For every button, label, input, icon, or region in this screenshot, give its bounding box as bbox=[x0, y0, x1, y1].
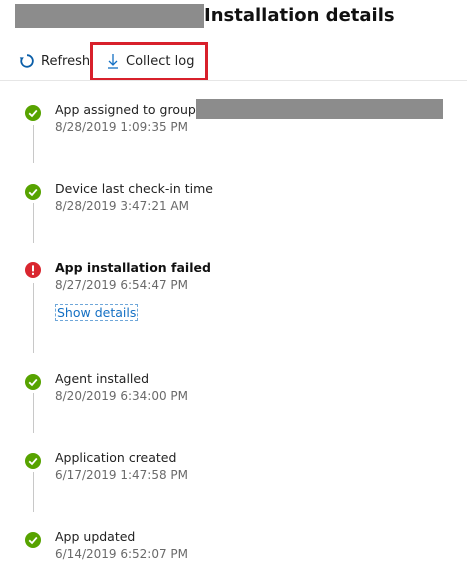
event-time: 8/28/2019 3:47:21 AM bbox=[55, 199, 189, 213]
success-check-icon bbox=[25, 374, 41, 390]
collect-log-button[interactable]: Collect log bbox=[106, 53, 194, 69]
refresh-icon bbox=[19, 53, 35, 69]
timeline-connector bbox=[33, 203, 34, 243]
success-check-icon bbox=[25, 105, 41, 121]
success-check-icon bbox=[25, 532, 41, 548]
show-details-link[interactable]: Show details bbox=[55, 304, 139, 321]
event-time: 6/14/2019 6:52:07 PM bbox=[55, 547, 189, 561]
refresh-label: Refresh bbox=[41, 53, 91, 69]
event-time: 8/27/2019 6:54:47 PM bbox=[55, 278, 189, 292]
timeline-connector bbox=[33, 393, 34, 433]
event-time: 8/28/2019 1:09:35 PM bbox=[55, 120, 189, 134]
event-title: Application created bbox=[55, 450, 177, 465]
event-time: 6/17/2019 1:47:58 PM bbox=[55, 468, 189, 482]
event-title: Device last check-in time bbox=[55, 181, 213, 196]
timeline-connector bbox=[33, 283, 34, 353]
error-icon bbox=[25, 262, 41, 278]
redacted-group-name bbox=[196, 99, 443, 119]
event-title: App assigned to group bbox=[55, 102, 196, 117]
redacted-app-name bbox=[15, 4, 204, 28]
download-icon bbox=[106, 53, 120, 69]
success-check-icon bbox=[25, 184, 41, 200]
collect-log-label: Collect log bbox=[126, 53, 195, 69]
success-check-icon bbox=[25, 453, 41, 469]
refresh-button[interactable]: Refresh bbox=[19, 53, 90, 69]
timeline-connector bbox=[33, 472, 34, 512]
toolbar-divider bbox=[0, 80, 467, 81]
page-title: Installation details bbox=[204, 5, 395, 26]
event-title: App installation failed bbox=[55, 260, 211, 275]
event-title: Agent installed bbox=[55, 371, 150, 386]
event-title: App updated bbox=[55, 529, 136, 544]
timeline-connector bbox=[33, 125, 34, 163]
event-time: 8/20/2019 6:34:00 PM bbox=[55, 389, 189, 403]
